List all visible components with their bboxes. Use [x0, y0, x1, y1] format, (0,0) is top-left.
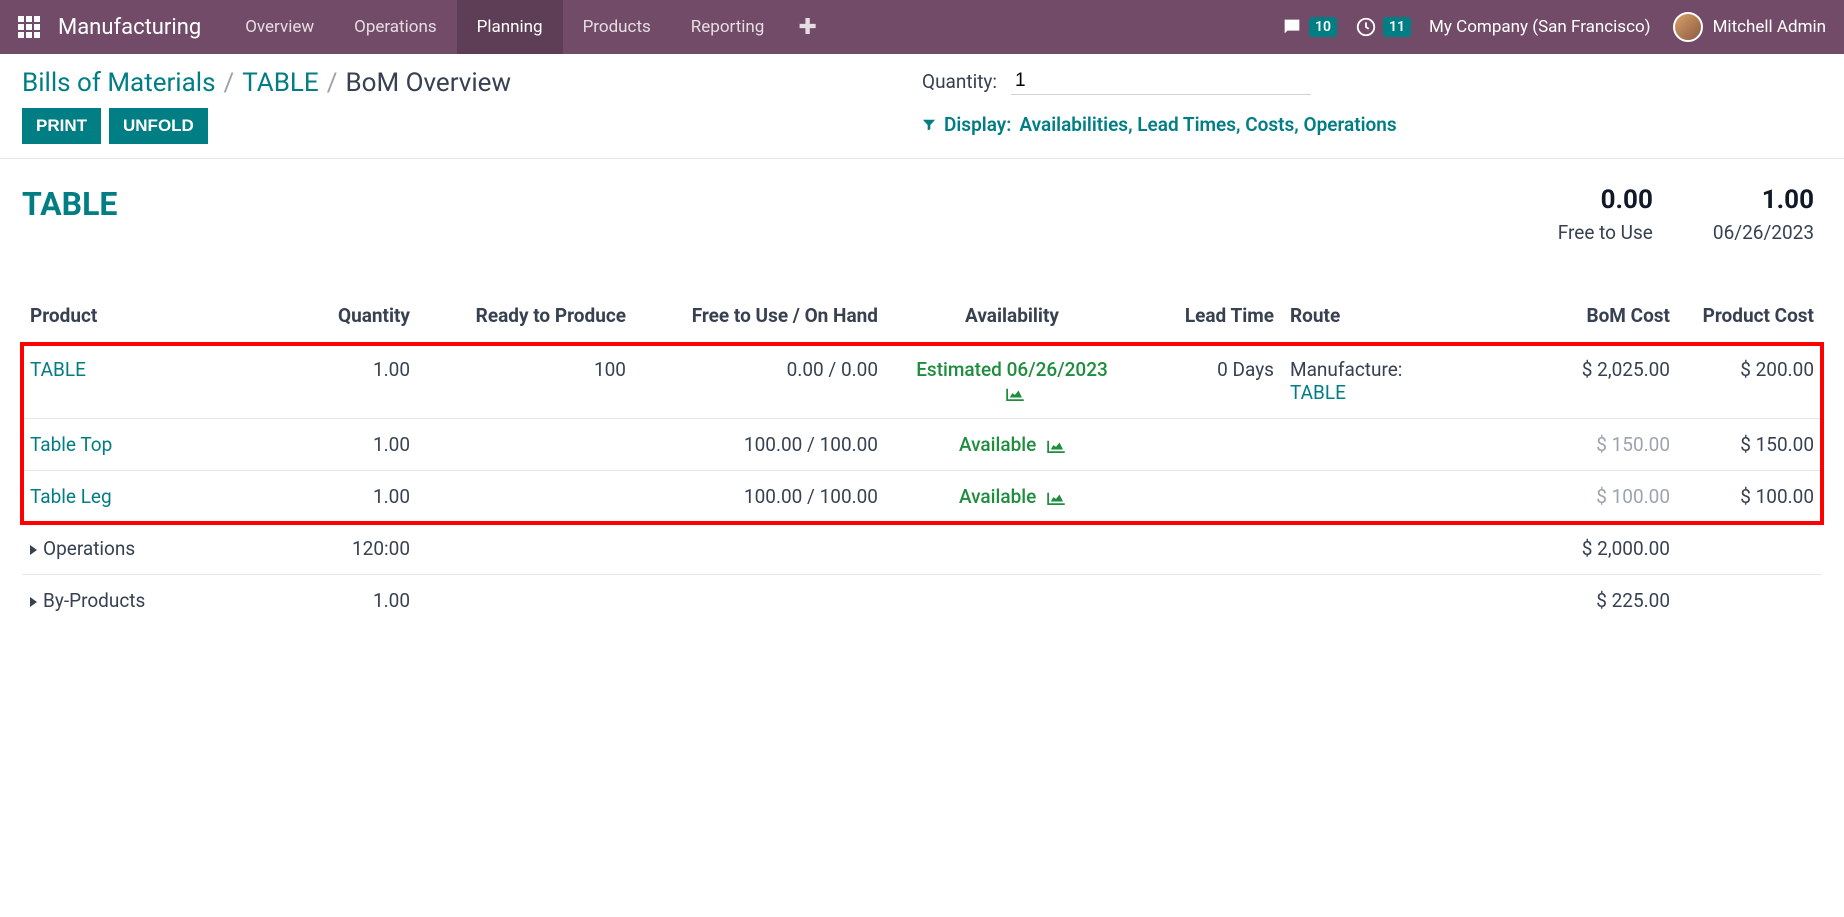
cell-free: 100.00 / 100.00: [634, 419, 886, 471]
forecast-icon[interactable]: [1047, 439, 1065, 453]
breadcrumb-current: BoM Overview: [345, 68, 511, 98]
nav-operations[interactable]: Operations: [334, 0, 457, 54]
nav-reporting[interactable]: Reporting: [671, 0, 785, 54]
breadcrumb: Bills of Materials / TABLE / BoM Overvie…: [22, 68, 922, 98]
free-to-use-value: 0.00: [1558, 185, 1653, 215]
page-title: TABLE: [22, 185, 1498, 223]
nav-planning[interactable]: Planning: [457, 0, 563, 54]
col-product: Product: [22, 294, 274, 344]
unfold-button[interactable]: UNFOLD: [109, 108, 208, 144]
cell-qty: 1.00: [274, 575, 418, 627]
cell-bomcost: $ 2,000.00: [1498, 523, 1678, 575]
company-selector[interactable]: My Company (San Francisco): [1429, 17, 1651, 37]
forecast-icon[interactable]: [1047, 491, 1065, 505]
discuss-button[interactable]: 10: [1281, 16, 1337, 38]
display-prefix: Display:: [944, 113, 1011, 136]
product-link-table[interactable]: TABLE: [30, 358, 86, 381]
breadcrumb-bom[interactable]: Bills of Materials: [22, 68, 216, 98]
summary-header: TABLE 0.00 Free to Use 1.00 06/26/2023: [0, 159, 1844, 294]
cell-bomcost: $ 100.00: [1498, 471, 1678, 523]
nav-products[interactable]: Products: [563, 0, 671, 54]
table-header-row: Product Quantity Ready to Produce Free t…: [22, 294, 1822, 344]
table-row: Table Leg 1.00 100.00 / 100.00 Available…: [22, 471, 1822, 523]
cell-availability: Estimated 06/26/2023: [894, 358, 1130, 381]
forecast-icon[interactable]: [1006, 387, 1024, 401]
cell-prodcost: $ 200.00: [1678, 344, 1822, 419]
col-ready: Ready to Produce: [418, 294, 634, 344]
table-row-operations[interactable]: Operations 120:00 $ 2,000.00: [22, 523, 1822, 575]
cell-prodcost: $ 100.00: [1678, 471, 1822, 523]
byproducts-label: By-Products: [43, 589, 145, 612]
cell-prodcost: $ 150.00: [1678, 419, 1822, 471]
clock-icon: [1355, 16, 1377, 38]
cell-bomcost: $ 225.00: [1498, 575, 1678, 627]
cell-availability: Available: [959, 433, 1036, 456]
caret-icon: [30, 545, 37, 555]
col-free: Free to Use / On Hand: [634, 294, 886, 344]
cell-bomcost: $ 2,025.00: [1498, 344, 1678, 419]
display-filter[interactable]: Display: Availabilities, Lead Times, Cos…: [922, 113, 1822, 136]
product-link-tabletop[interactable]: Table Top: [30, 433, 112, 456]
cell-ready: 100: [418, 344, 634, 419]
chat-icon: [1281, 16, 1303, 38]
funnel-icon: [922, 118, 936, 132]
col-prodcost: Product Cost: [1678, 294, 1822, 344]
breadcrumb-table[interactable]: TABLE: [242, 68, 318, 98]
table-row: TABLE 1.00 100 0.00 / 0.00 Estimated 06/…: [22, 344, 1822, 419]
cell-bomcost: $ 150.00: [1498, 419, 1678, 471]
col-route: Route: [1282, 294, 1498, 344]
caret-icon: [30, 597, 37, 607]
table-row-byproducts[interactable]: By-Products 1.00 $ 225.00: [22, 575, 1822, 627]
date-label: 06/26/2023: [1713, 221, 1814, 244]
operations-label: Operations: [43, 537, 135, 560]
col-quantity: Quantity: [274, 294, 418, 344]
control-panel: Bills of Materials / TABLE / BoM Overvie…: [0, 54, 1844, 159]
top-nav: Manufacturing Overview Operations Planni…: [0, 0, 1844, 54]
activities-button[interactable]: 11: [1355, 16, 1411, 38]
cell-lead: 0 Days: [1138, 344, 1282, 419]
apps-icon[interactable]: [18, 16, 40, 38]
cell-qty: 120:00: [274, 523, 418, 575]
cell-availability: Available: [959, 485, 1036, 508]
col-bomcost: BoM Cost: [1498, 294, 1678, 344]
avatar[interactable]: [1673, 12, 1703, 42]
product-link-tableleg[interactable]: Table Leg: [30, 485, 112, 508]
table-row: Table Top 1.00 100.00 / 100.00 Available…: [22, 419, 1822, 471]
app-brand[interactable]: Manufacturing: [58, 15, 201, 40]
quantity-label: Quantity:: [922, 70, 997, 93]
user-menu[interactable]: Mitchell Admin: [1713, 17, 1826, 37]
nav-overview[interactable]: Overview: [225, 0, 334, 54]
cell-route-label: Manufacture:: [1290, 358, 1490, 381]
route-link-table[interactable]: TABLE: [1290, 381, 1490, 404]
cell-qty: 1.00: [274, 344, 418, 419]
quantity-input[interactable]: [1011, 68, 1311, 95]
date-value: 1.00: [1713, 185, 1814, 215]
cell-free: 0.00 / 0.00: [634, 344, 886, 419]
activities-badge: 11: [1383, 17, 1411, 37]
cell-free: 100.00 / 100.00: [634, 471, 886, 523]
print-button[interactable]: PRINT: [22, 108, 101, 144]
free-to-use-label: Free to Use: [1558, 221, 1653, 244]
cell-qty: 1.00: [274, 419, 418, 471]
display-options: Availabilities, Lead Times, Costs, Opera…: [1019, 113, 1396, 136]
nav-add-icon[interactable]: ✚: [784, 15, 830, 40]
col-lead: Lead Time: [1138, 294, 1282, 344]
cell-qty: 1.00: [274, 471, 418, 523]
col-availability: Availability: [886, 294, 1138, 344]
bom-table: Product Quantity Ready to Produce Free t…: [22, 294, 1822, 626]
discuss-badge: 10: [1309, 17, 1337, 37]
